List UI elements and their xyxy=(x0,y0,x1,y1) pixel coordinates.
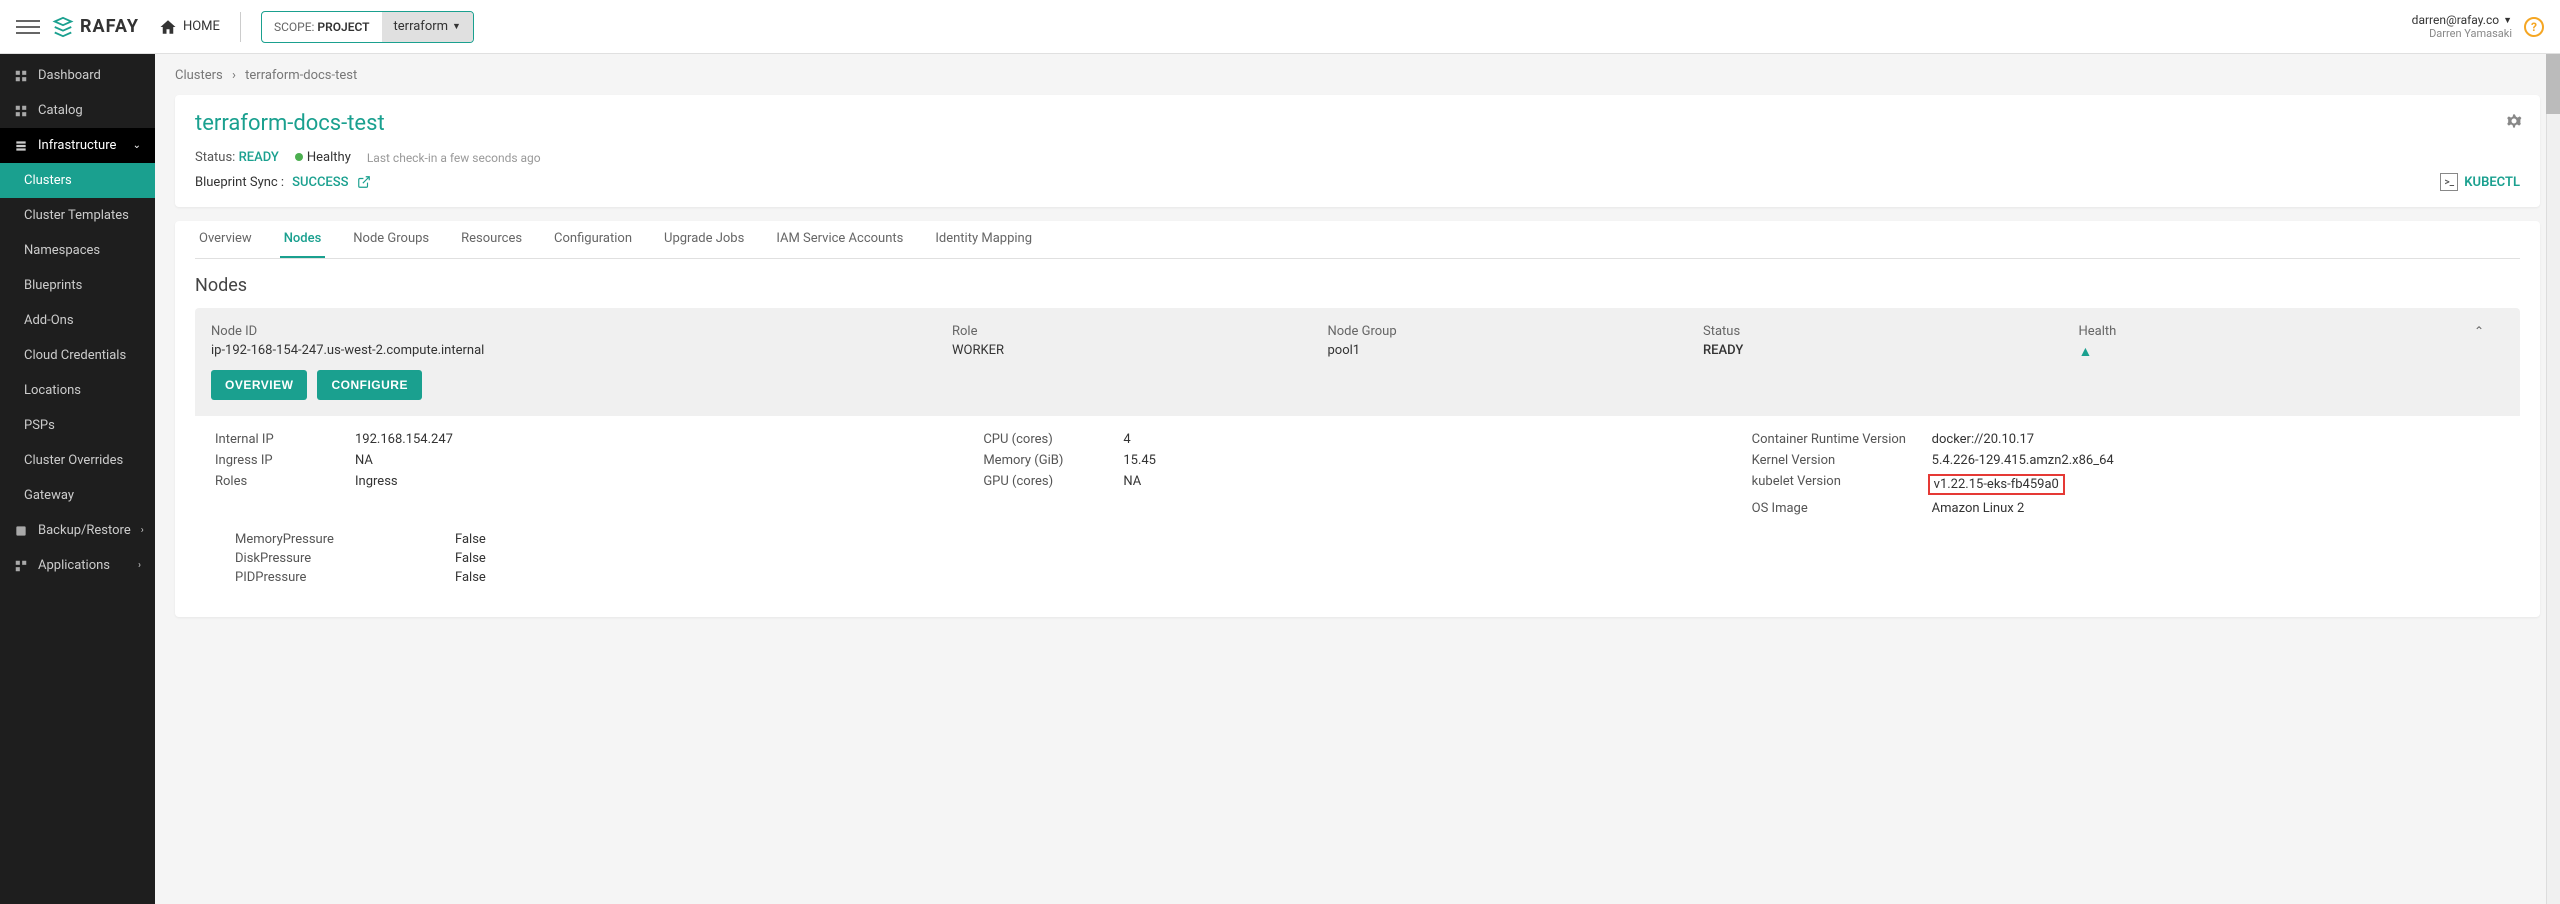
home-link[interactable]: HOME xyxy=(159,18,220,36)
scope-label: SCOPE: PROJECT xyxy=(262,20,382,34)
chevron-right-icon: › xyxy=(138,560,141,571)
node-id: ip-192-168-154-247.us-west-2.compute.int… xyxy=(211,343,942,358)
node-role: WORKER xyxy=(952,343,1318,358)
cluster-name: terraform-docs-test xyxy=(195,111,2520,136)
status-value: READY xyxy=(239,150,279,165)
pressure-value: False xyxy=(455,551,555,566)
logo-text: RAFAY xyxy=(80,16,139,37)
sidebar-sub-cluster-overrides[interactable]: Cluster Overrides xyxy=(0,443,155,478)
catalog-icon xyxy=(14,104,28,118)
terminal-icon: >_ xyxy=(2440,173,2458,191)
help-icon[interactable]: ? xyxy=(2524,17,2544,37)
kubelet-version-highlight: v1.22.15-eks-fb459a0 xyxy=(1928,474,2065,495)
scrollbar-thumb[interactable] xyxy=(2546,54,2560,114)
gear-icon[interactable] xyxy=(2504,111,2524,135)
caret-down-icon: ▼ xyxy=(2503,15,2512,26)
dashboard-icon xyxy=(14,69,28,83)
detail-row: Internal IP192.168.154.247 xyxy=(215,432,963,447)
external-link-icon[interactable] xyxy=(357,175,371,189)
caret-down-icon: ▼ xyxy=(452,21,461,32)
sidebar-sub-blueprints[interactable]: Blueprints xyxy=(0,268,155,303)
kubectl-button[interactable]: >_ KUBECTL xyxy=(2440,173,2520,191)
sidebar-sub-addons[interactable]: Add-Ons xyxy=(0,303,155,338)
section-title: Nodes xyxy=(195,275,2520,296)
detail-row: CPU (cores)4 xyxy=(983,432,1731,447)
detail-row: RolesIngress xyxy=(215,474,963,495)
pressure-value: False xyxy=(455,570,555,585)
home-label: HOME xyxy=(183,19,220,34)
breadcrumb-root[interactable]: Clusters xyxy=(175,68,223,83)
hamburger-menu-icon[interactable] xyxy=(16,15,40,39)
top-header: RAFAY HOME SCOPE: PROJECT terraform ▼ da… xyxy=(0,0,2560,54)
pressure-key: PIDPressure xyxy=(235,570,435,585)
header-divider xyxy=(240,12,241,42)
blueprint-sync-status: SUCCESS xyxy=(292,175,348,190)
last-checkin: Last check-in a few seconds ago xyxy=(367,151,541,165)
sidebar-sub-gateway[interactable]: Gateway xyxy=(0,478,155,513)
tab-configuration[interactable]: Configuration xyxy=(550,221,636,258)
tab-node-groups[interactable]: Node Groups xyxy=(349,221,433,258)
health-dot-icon xyxy=(295,153,303,161)
sidebar-sub-clusters[interactable]: Clusters xyxy=(0,163,155,198)
detail-row: Memory (GiB)15.45 xyxy=(983,453,1731,468)
collapse-toggle[interactable]: ⌃ xyxy=(2454,324,2504,338)
sidebar-sub-locations[interactable]: Locations xyxy=(0,373,155,408)
node-details: Internal IP192.168.154.247 CPU (cores)4 Co… xyxy=(195,416,2520,601)
breadcrumb-current: terraform-docs-test xyxy=(245,68,357,83)
user-name: Darren Yamasaki xyxy=(2412,27,2512,40)
tab-resources[interactable]: Resources xyxy=(457,221,526,258)
detail-row: Container Runtime Versiondocker://20.10.… xyxy=(1752,432,2500,447)
applications-icon xyxy=(14,559,28,573)
scope-value-dropdown[interactable]: terraform ▼ xyxy=(382,12,473,42)
pressure-key: DiskPressure xyxy=(235,551,435,566)
detail-row: Kernel Version5.4.226-129.415.amzn2.x86_… xyxy=(1752,453,2500,468)
detail-row: kubelet Versionv1.22.15-eks-fb459a0 xyxy=(1752,474,2500,495)
page-scrollbar[interactable] xyxy=(2546,54,2560,904)
detail-row xyxy=(215,501,963,516)
sidebar-item-backup[interactable]: Backup/Restore › xyxy=(0,513,155,548)
home-icon xyxy=(159,18,177,36)
user-block: darren@rafay.co ▼ Darren Yamasaki ? xyxy=(2412,13,2544,40)
sidebar: Dashboard Catalog Infrastructure ⌄ Clust… xyxy=(0,54,155,904)
detail-row xyxy=(983,501,1731,516)
detail-row: Ingress IPNA xyxy=(215,453,963,468)
tab-overview[interactable]: Overview xyxy=(195,221,256,258)
infrastructure-icon xyxy=(14,139,28,153)
user-menu[interactable]: darren@rafay.co ▼ xyxy=(2412,13,2512,27)
tab-identity[interactable]: Identity Mapping xyxy=(931,221,1036,258)
configure-button[interactable]: CONFIGURE xyxy=(317,370,422,400)
tab-iam[interactable]: IAM Service Accounts xyxy=(772,221,907,258)
chevron-right-icon: › xyxy=(141,525,144,536)
sidebar-sub-namespaces[interactable]: Namespaces xyxy=(0,233,155,268)
main-content: Clusters › terraform-docs-test terraform… xyxy=(155,54,2560,904)
sidebar-sub-psps[interactable]: PSPs xyxy=(0,408,155,443)
health-up-icon: ▲ xyxy=(2078,343,2444,360)
backup-icon xyxy=(14,524,28,538)
tab-upgrade-jobs[interactable]: Upgrade Jobs xyxy=(660,221,748,258)
pressure-key: MemoryPressure xyxy=(235,532,435,547)
nodes-card: Overview Nodes Node Groups Resources Con… xyxy=(175,221,2540,617)
tab-nodes[interactable]: Nodes xyxy=(280,221,326,258)
chevron-down-icon: ⌄ xyxy=(133,140,141,151)
pressure-value: False xyxy=(455,532,555,547)
sidebar-item-dashboard[interactable]: Dashboard xyxy=(0,58,155,93)
tabs: Overview Nodes Node Groups Resources Con… xyxy=(195,221,2520,259)
sidebar-item-infrastructure[interactable]: Infrastructure ⌄ xyxy=(0,128,155,163)
detail-row: OS ImageAmazon Linux 2 xyxy=(1752,501,2500,516)
sidebar-item-applications[interactable]: Applications › xyxy=(0,548,155,583)
node-status: READY xyxy=(1703,343,2069,358)
logo-icon xyxy=(52,16,74,38)
sidebar-sub-cluster-templates[interactable]: Cluster Templates xyxy=(0,198,155,233)
detail-row: GPU (cores)NA xyxy=(983,474,1731,495)
cluster-header-card: terraform-docs-test Status: READY Health… xyxy=(175,95,2540,207)
breadcrumb: Clusters › terraform-docs-test xyxy=(175,68,2540,83)
scope-selector: SCOPE: PROJECT terraform ▼ xyxy=(261,11,474,43)
health-indicator: Healthy xyxy=(295,150,351,165)
sidebar-sub-cloud-credentials[interactable]: Cloud Credentials xyxy=(0,338,155,373)
logo[interactable]: RAFAY xyxy=(52,16,139,38)
overview-button[interactable]: OVERVIEW xyxy=(211,370,307,400)
sidebar-item-catalog[interactable]: Catalog xyxy=(0,93,155,128)
node-group: pool1 xyxy=(1327,343,1693,358)
node-row-header: Node ID ip-192-168-154-247.us-west-2.com… xyxy=(195,308,2520,416)
